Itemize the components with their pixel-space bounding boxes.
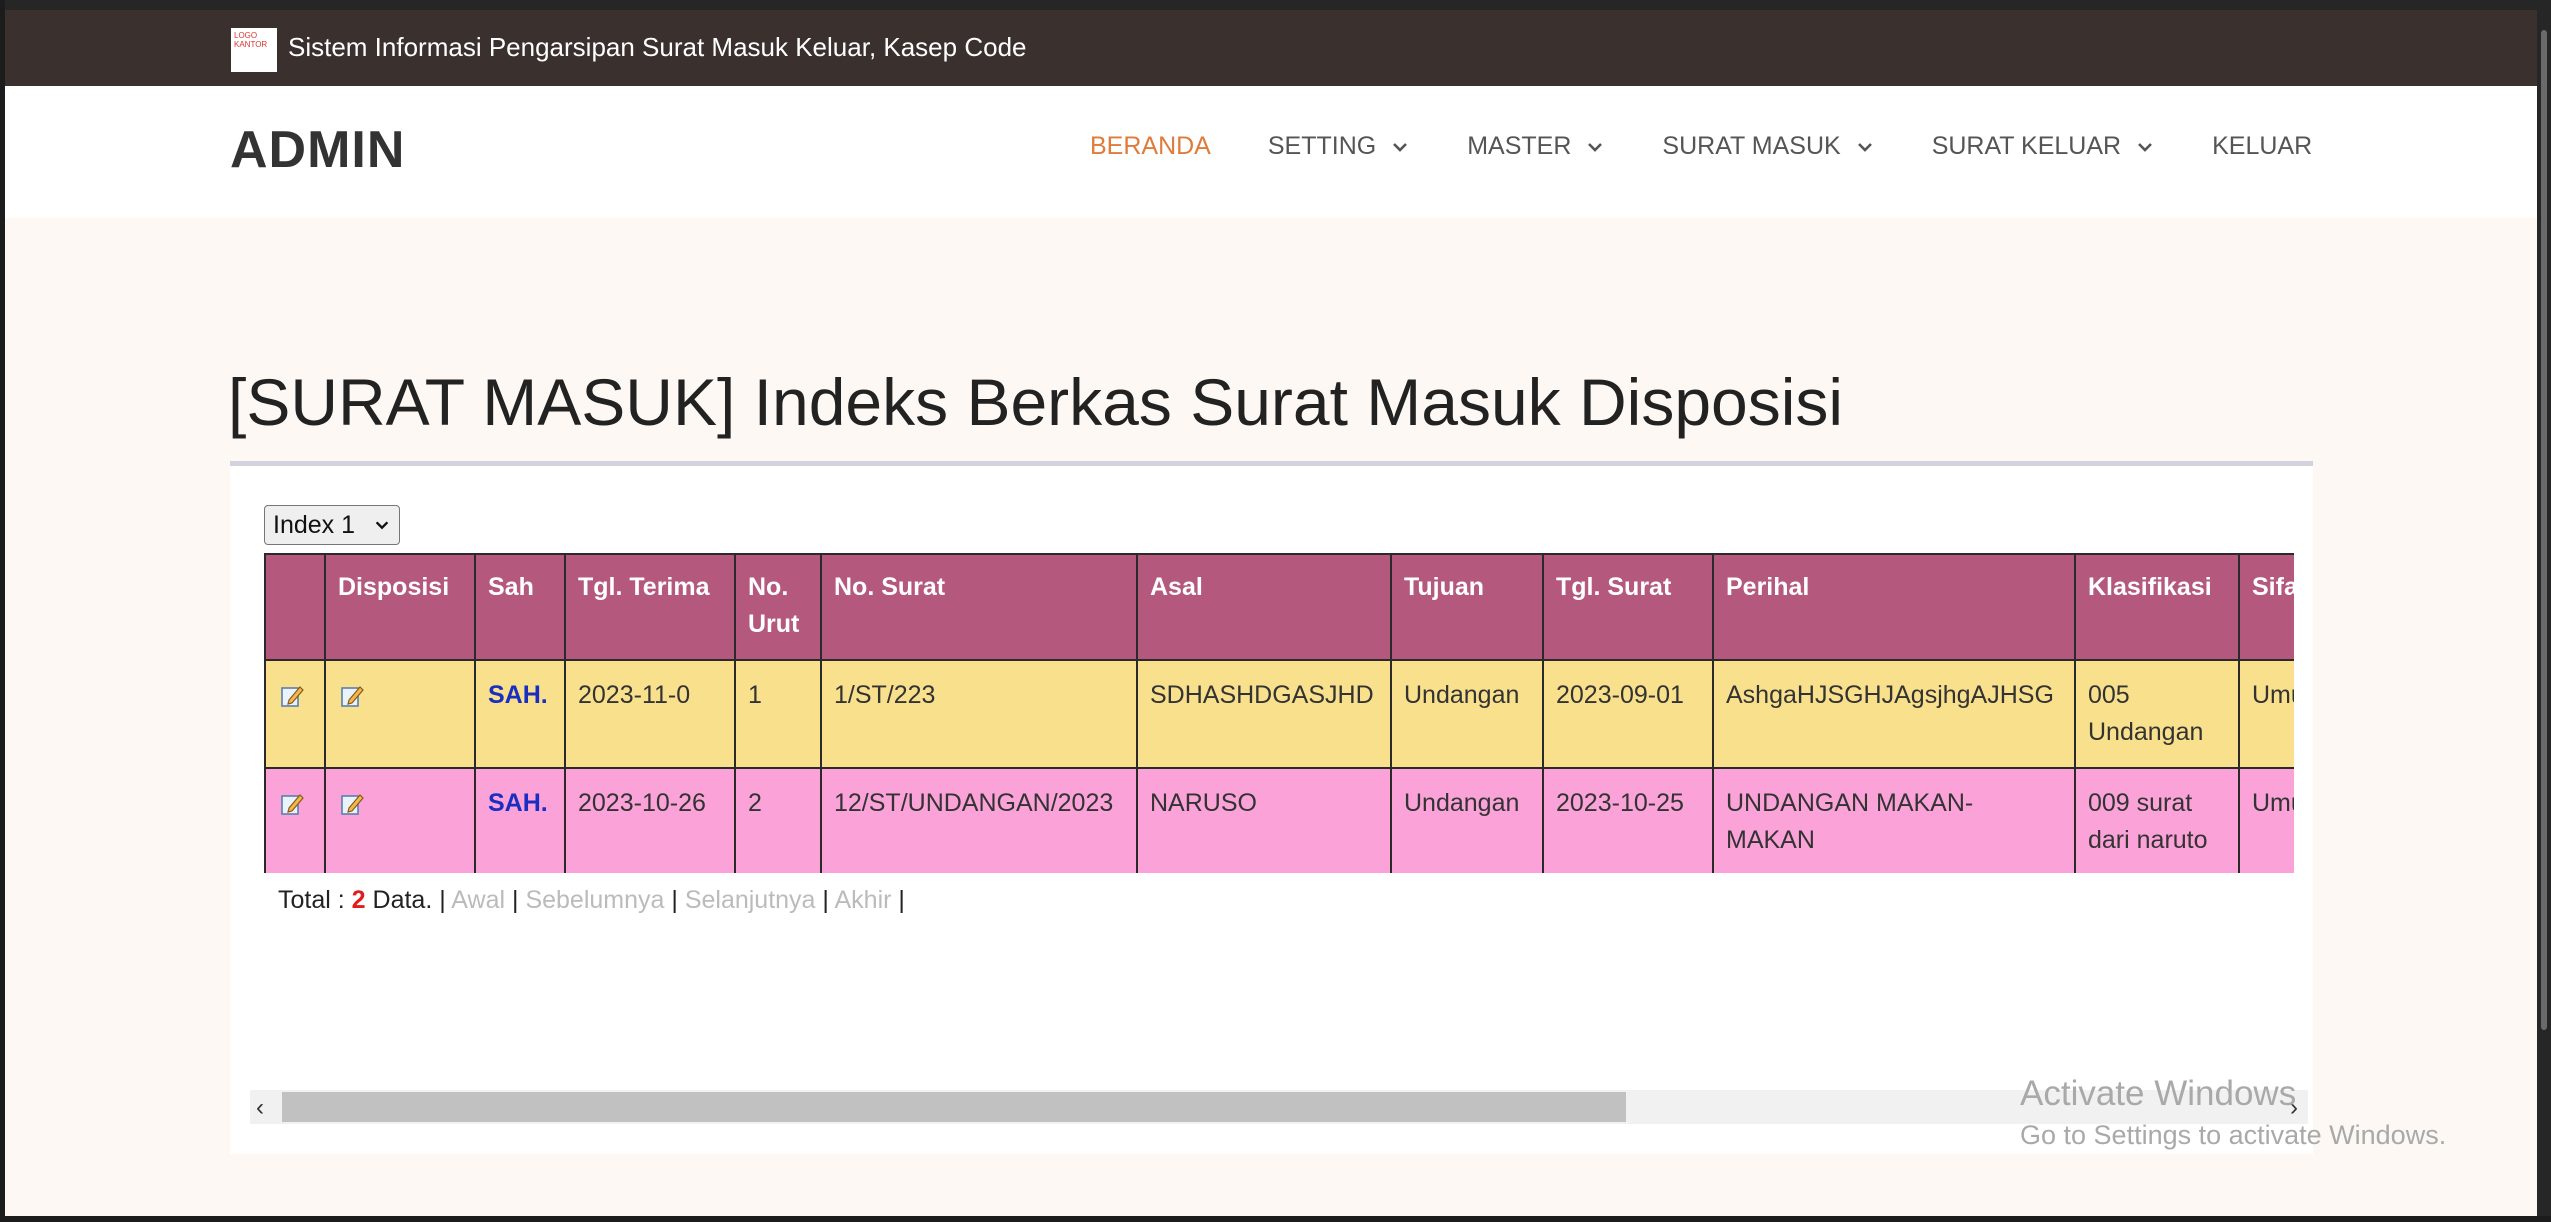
pagination: Total : 2 Data. | Awal | Sebelumnya | Se…: [278, 886, 905, 914]
cell-perihal: AshgaHJSGHJAgsjhgAJHSG: [1712, 659, 2076, 769]
menu-label: MASTER: [1467, 132, 1572, 160]
menu-label: SURAT KELUAR: [1931, 132, 2122, 160]
chevron-down-icon: [1857, 142, 1872, 152]
column-header: Tujuan: [1390, 553, 1544, 661]
disposisi-table: Disposisi Sah Tgl. Terima No. Urut No. S…: [264, 553, 2294, 873]
window-scrollbar-thumb[interactable]: [2541, 30, 2547, 1030]
table-row: SAH. 2023-11-0 1 1/ST/223 SDHASHDGASJHD …: [264, 659, 2294, 769]
menu-label: KELUAR: [2212, 132, 2313, 160]
disposisi-cell[interactable]: [324, 659, 476, 769]
cell-tgl-surat: 2023-09-01: [1542, 659, 1714, 769]
column-header: Perihal: [1712, 553, 2076, 661]
cell-klasifikasi: 005 Undangan: [2074, 659, 2240, 769]
menu-surat-masuk[interactable]: SURAT MASUK: [1662, 132, 1874, 161]
edit-cell[interactable]: [264, 767, 326, 873]
sah-link[interactable]: SAH.: [474, 767, 566, 873]
total-count: 2: [351, 886, 366, 914]
column-header: Asal: [1136, 553, 1392, 661]
menu-setting[interactable]: SETTING: [1268, 132, 1410, 161]
index-select[interactable]: Index 1: [264, 505, 400, 545]
index-select-value: Index 1: [273, 510, 356, 539]
top-bar: LOGO KANTOR Sistem Informasi Pengarsipan…: [5, 0, 2537, 86]
edit-document-icon[interactable]: [338, 790, 366, 818]
data-label: Data.: [372, 886, 433, 914]
column-header: [264, 553, 326, 661]
brand[interactable]: ADMIN: [230, 120, 405, 180]
sah-link[interactable]: SAH.: [474, 659, 566, 769]
scroll-left-icon[interactable]: ‹: [256, 1094, 264, 1122]
cell-no-surat: 1/ST/223: [820, 659, 1138, 769]
chevron-down-icon: [1393, 142, 1408, 152]
column-header: Tgl. Terima: [564, 553, 736, 661]
cell-asal: SDHASHDGASJHD: [1136, 659, 1392, 769]
total-label: Total :: [278, 886, 345, 914]
chevron-down-icon: [1588, 142, 1603, 152]
menu-label: SETTING: [1267, 132, 1377, 160]
site-title: Sistem Informasi Pengarsipan Surat Masuk…: [288, 32, 1027, 62]
column-header: Disposisi: [324, 553, 476, 661]
window-scrollbar[interactable]: [2537, 0, 2551, 1222]
window-edge-bottom: [0, 1216, 2551, 1222]
cell-tgl-surat: 2023-10-25: [1542, 767, 1714, 873]
table-scroll-area[interactable]: Disposisi Sah Tgl. Terima No. Urut No. S…: [264, 553, 2294, 873]
activate-windows-watermark: Activate Windows Go to Settings to activ…: [2020, 1074, 2446, 1151]
menu-label: BERANDA: [1090, 132, 1211, 160]
office-logo: LOGO KANTOR: [231, 28, 277, 72]
browser-strip: [5, 0, 2537, 10]
cell-tgl-terima: 2023-11-0: [564, 659, 736, 769]
edit-document-icon[interactable]: [338, 682, 366, 710]
cell-klasifikasi: 009 surat dari naruto: [2074, 767, 2240, 873]
column-header: Klasifikasi: [2074, 553, 2240, 661]
column-header: Tgl. Surat: [1542, 553, 1714, 661]
edit-document-icon[interactable]: [278, 790, 306, 818]
scrollbar-thumb[interactable]: [282, 1092, 1626, 1122]
chevron-down-icon: [2138, 142, 2153, 152]
horizontal-scrollbar[interactable]: ‹ ›: [250, 1090, 2308, 1124]
pager-next[interactable]: Selanjutnya: [685, 886, 816, 914]
menu-surat-keluar[interactable]: SURAT KELUAR: [1932, 132, 2155, 161]
menu-beranda[interactable]: BERANDA: [1090, 132, 1211, 161]
cell-no-urut: 1: [734, 659, 822, 769]
page-title: [SURAT MASUK] Indeks Berkas Surat Masuk …: [228, 365, 1844, 439]
table-header-row: Disposisi Sah Tgl. Terima No. Urut No. S…: [264, 553, 2294, 661]
pager-first[interactable]: Awal: [451, 886, 505, 914]
content-panel: Index 1 Disposisi Sah Tgl. Terima No. Ur…: [230, 461, 2313, 1154]
column-header: No. Urut: [734, 553, 822, 661]
navbar: ADMIN BERANDA SETTING MASTER SURAT MASUK…: [5, 86, 2537, 218]
cell-sifat: Umum: [2238, 659, 2294, 769]
column-header: Sah: [474, 553, 566, 661]
column-header: No. Surat: [820, 553, 1138, 661]
disposisi-cell[interactable]: [324, 767, 476, 873]
edit-document-icon[interactable]: [278, 682, 306, 710]
watermark-line2: Go to Settings to activate Windows.: [2020, 1120, 2447, 1150]
table-row: SAH. 2023-10-26 2 12/ST/UNDANGAN/2023 NA…: [264, 767, 2294, 873]
cell-tujuan: Undangan: [1390, 767, 1544, 873]
cell-asal: NARUSO: [1136, 767, 1392, 873]
column-header: Sifat: [2238, 553, 2294, 661]
cell-no-urut: 2: [734, 767, 822, 873]
pager-prev[interactable]: Sebelumnya: [525, 886, 664, 914]
cell-tujuan: Undangan: [1390, 659, 1544, 769]
edit-cell[interactable]: [264, 659, 326, 769]
watermark-line1: Activate Windows: [2020, 1074, 2297, 1113]
cell-no-surat: 12/ST/UNDANGAN/2023: [820, 767, 1138, 873]
cell-tgl-terima: 2023-10-26: [564, 767, 736, 873]
menu-master[interactable]: MASTER: [1467, 132, 1605, 161]
pager-last[interactable]: Akhir: [834, 886, 891, 914]
menu-label: SURAT MASUK: [1662, 132, 1841, 160]
menu-keluar[interactable]: KELUAR: [2212, 132, 2312, 161]
chevron-down-icon: [375, 521, 389, 530]
cell-perihal: UNDANGAN MAKAN-MAKAN: [1712, 767, 2076, 873]
main-menu: BERANDA SETTING MASTER SURAT MASUK SURAT…: [1090, 132, 2369, 161]
cell-sifat: Umum: [2238, 767, 2294, 873]
